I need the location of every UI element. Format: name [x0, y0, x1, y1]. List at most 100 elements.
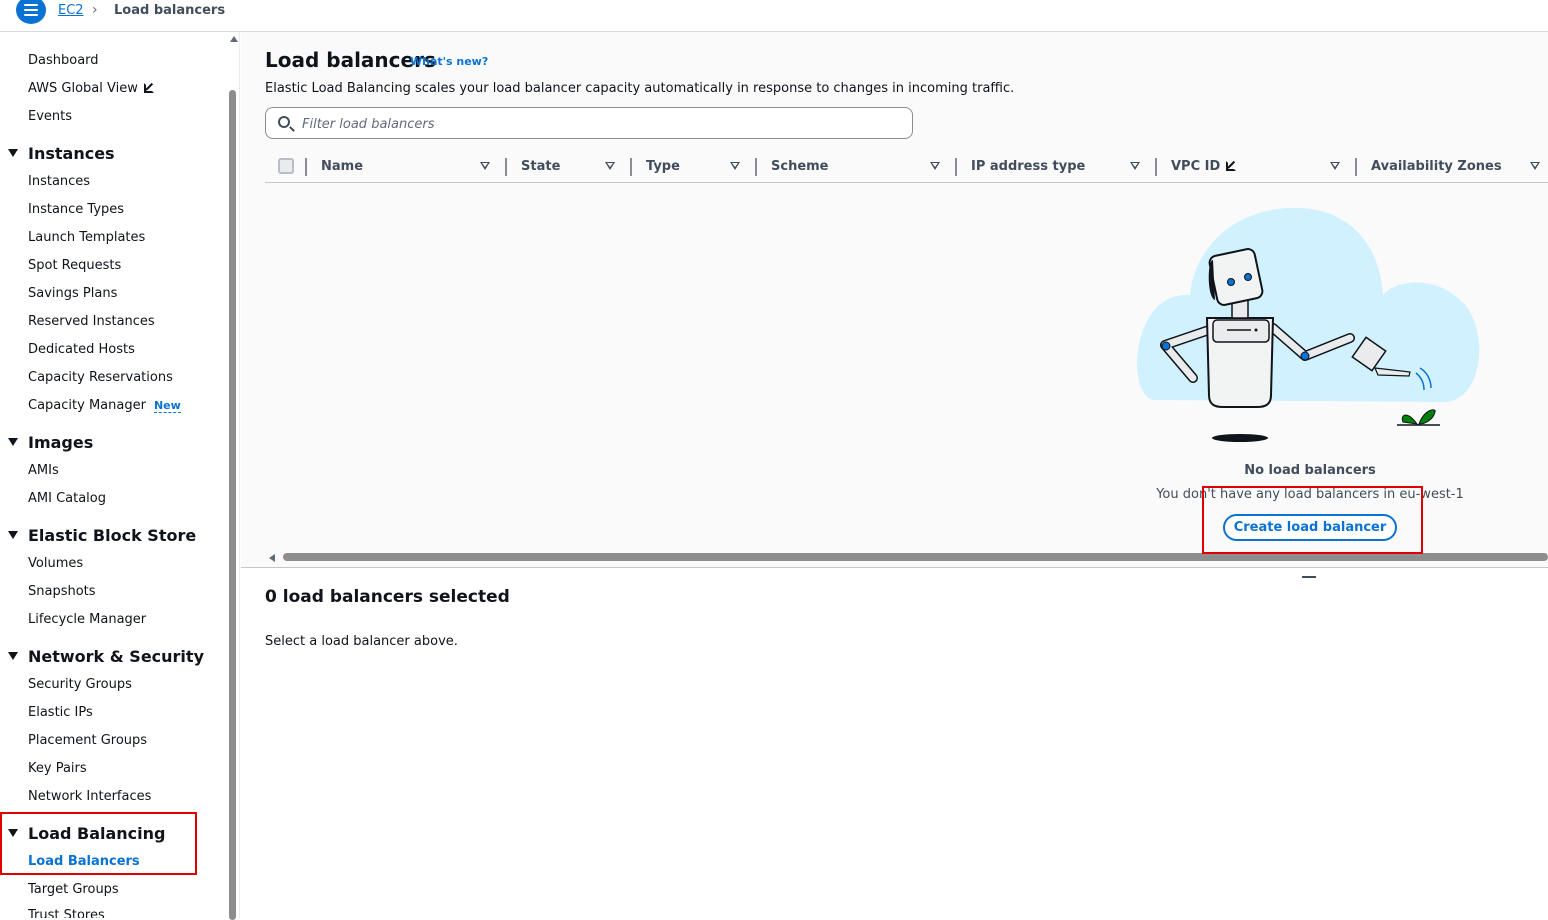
sidebar-item-placement-groups[interactable]: Placement Groups [28, 733, 147, 748]
sidebar-item-dedicated-hosts[interactable]: Dedicated Hosts [28, 342, 135, 357]
sidebar-section-elastic-block-store[interactable]: Elastic Block Store [8, 526, 196, 545]
sidebar-section-label: Images [28, 433, 94, 452]
sidebar-item-snapshots[interactable]: Snapshots [28, 584, 96, 599]
sort-icon[interactable] [1530, 162, 1540, 170]
sidebar-item-launch-templates[interactable]: Launch Templates [28, 230, 145, 245]
external-link-icon [143, 83, 154, 93]
sidebar-item-capacity-manager[interactable]: Capacity Manager New [28, 398, 181, 413]
column-header-ip-address-type[interactable]: IP address type [955, 152, 1155, 182]
sidebar-item-ami-catalog[interactable]: AMI Catalog [28, 491, 106, 506]
column-label: State [521, 159, 561, 174]
menu-icon[interactable] [16, 0, 46, 24]
column-divider [755, 158, 757, 176]
sidebar-section-label: Instances [28, 144, 115, 163]
sidebar-item-reserved-instances[interactable]: Reserved Instances [28, 314, 155, 329]
caret-down-icon [8, 829, 18, 837]
sidebar-section-label: Load Balancing [28, 824, 166, 843]
sidebar-item-load-balancers[interactable]: Load Balancers [28, 854, 140, 869]
sidebar-item-instances[interactable]: Instances [28, 174, 90, 189]
scroll-left-arrow-icon[interactable] [269, 554, 275, 562]
select-all-checkbox[interactable] [278, 158, 294, 174]
sidebar-item-target-groups[interactable]: Target Groups [28, 882, 119, 897]
external-link-icon [1226, 161, 1237, 171]
sidebar-item-label: AWS Global View [28, 81, 138, 96]
sidebar-item-capacity-reservations[interactable]: Capacity Reservations [28, 370, 173, 385]
sidebar-item-network-interfaces[interactable]: Network Interfaces [28, 789, 151, 804]
empty-state-title: No load balancers [1244, 463, 1376, 478]
sidebar-section-network-security[interactable]: Network & Security [8, 647, 204, 666]
sidebar-item-volumes[interactable]: Volumes [28, 556, 83, 571]
caret-down-icon [8, 149, 18, 157]
sidebar-section-label: Elastic Block Store [28, 526, 197, 545]
sort-icon[interactable] [1330, 162, 1340, 170]
caret-down-icon [8, 438, 18, 446]
scroll-up-arrow-icon[interactable] [230, 36, 238, 42]
column-header-type[interactable]: Type [630, 152, 755, 182]
column-header-availability-zones[interactable]: Availability Zones [1355, 152, 1548, 182]
column-label: Type [646, 159, 680, 174]
sidebar-scrollbar-thumb[interactable] [229, 90, 236, 920]
column-label: Scheme [771, 159, 829, 174]
column-header-vpc-id[interactable]: VPC ID [1155, 152, 1355, 182]
breadcrumb-current: Load balancers [114, 3, 226, 18]
table-horizontal-scrollbar[interactable] [265, 552, 1548, 564]
column-divider [505, 158, 507, 176]
horizontal-scrollbar-thumb[interactable] [283, 553, 1548, 561]
sort-icon[interactable] [730, 162, 740, 170]
create-load-balancer-button[interactable]: Create load balancer [1223, 514, 1397, 541]
column-divider [1155, 158, 1157, 176]
sort-icon[interactable] [480, 162, 490, 170]
column-label-text: VPC ID [1171, 159, 1221, 174]
sidebar-item-label: Capacity Manager [28, 398, 146, 413]
column-divider [1355, 158, 1357, 176]
sidebar-scrollbar[interactable] [228, 32, 240, 920]
column-label: VPC ID [1171, 159, 1237, 174]
sidebar-item-spot-requests[interactable]: Spot Requests [28, 258, 121, 273]
filter-load-balancers-input[interactable] [302, 114, 902, 134]
sort-icon[interactable] [605, 162, 615, 170]
split-panel-title: 0 load balancers selected [265, 587, 510, 607]
breadcrumb-separator-icon: › [92, 2, 98, 18]
column-header-scheme[interactable]: Scheme [755, 152, 955, 182]
column-header-state[interactable]: State [505, 152, 630, 182]
filter-search-box [265, 107, 913, 139]
caret-down-icon [8, 531, 18, 539]
sidebar-item-dashboard[interactable]: Dashboard [28, 53, 99, 68]
page-description: Elastic Load Balancing scales your load … [265, 81, 1015, 96]
column-header-name[interactable]: Name [305, 152, 505, 182]
column-label: Name [321, 159, 364, 174]
column-divider [305, 158, 307, 176]
sidebar-item-security-groups[interactable]: Security Groups [28, 677, 132, 692]
robot-watering-plant-illustration [1137, 207, 1480, 442]
split-panel [241, 567, 1548, 918]
split-panel-resize-handle-icon[interactable] [1302, 576, 1316, 578]
sidebar-item-savings-plans[interactable]: Savings Plans [28, 286, 117, 301]
sidebar-section-load-balancing[interactable]: Load Balancing [8, 824, 165, 843]
search-icon [278, 116, 290, 128]
sidebar-navigation: Dashboard AWS Global View Events Instanc… [0, 32, 228, 918]
sidebar-section-images[interactable]: Images [8, 433, 93, 452]
sidebar-item-lifecycle-manager[interactable]: Lifecycle Manager [28, 612, 146, 627]
breadcrumb-ec2-link[interactable]: EC2 [58, 3, 84, 18]
sidebar-item-elastic-ips[interactable]: Elastic IPs [28, 705, 93, 720]
caret-down-icon [8, 652, 18, 660]
column-label: IP address type [971, 159, 1086, 174]
sidebar-item-trust-stores[interactable]: Trust Stores [28, 908, 105, 918]
sidebar-section-instances[interactable]: Instances [8, 144, 115, 163]
sort-icon[interactable] [1130, 162, 1140, 170]
sidebar-item-amis[interactable]: AMIs [28, 463, 59, 478]
column-label: Availability Zones [1371, 159, 1502, 174]
column-divider [955, 158, 957, 176]
sidebar-item-key-pairs[interactable]: Key Pairs [28, 761, 87, 776]
table-header: Name State Type Scheme IP address type V… [265, 152, 1548, 183]
sidebar-section-label: Network & Security [28, 647, 204, 666]
new-badge: New [153, 399, 181, 413]
sidebar-item-instance-types[interactable]: Instance Types [28, 202, 124, 217]
top-breadcrumb-bar: EC2 › Load balancers [0, 0, 1548, 32]
whats-new-link[interactable]: What's new? [410, 55, 488, 68]
empty-state-description: You don't have any load balancers in eu-… [1156, 487, 1464, 502]
column-divider [630, 158, 632, 176]
sidebar-item-aws-global-view[interactable]: AWS Global View [28, 81, 154, 96]
sidebar-item-events[interactable]: Events [28, 109, 72, 124]
sort-icon[interactable] [930, 162, 940, 170]
